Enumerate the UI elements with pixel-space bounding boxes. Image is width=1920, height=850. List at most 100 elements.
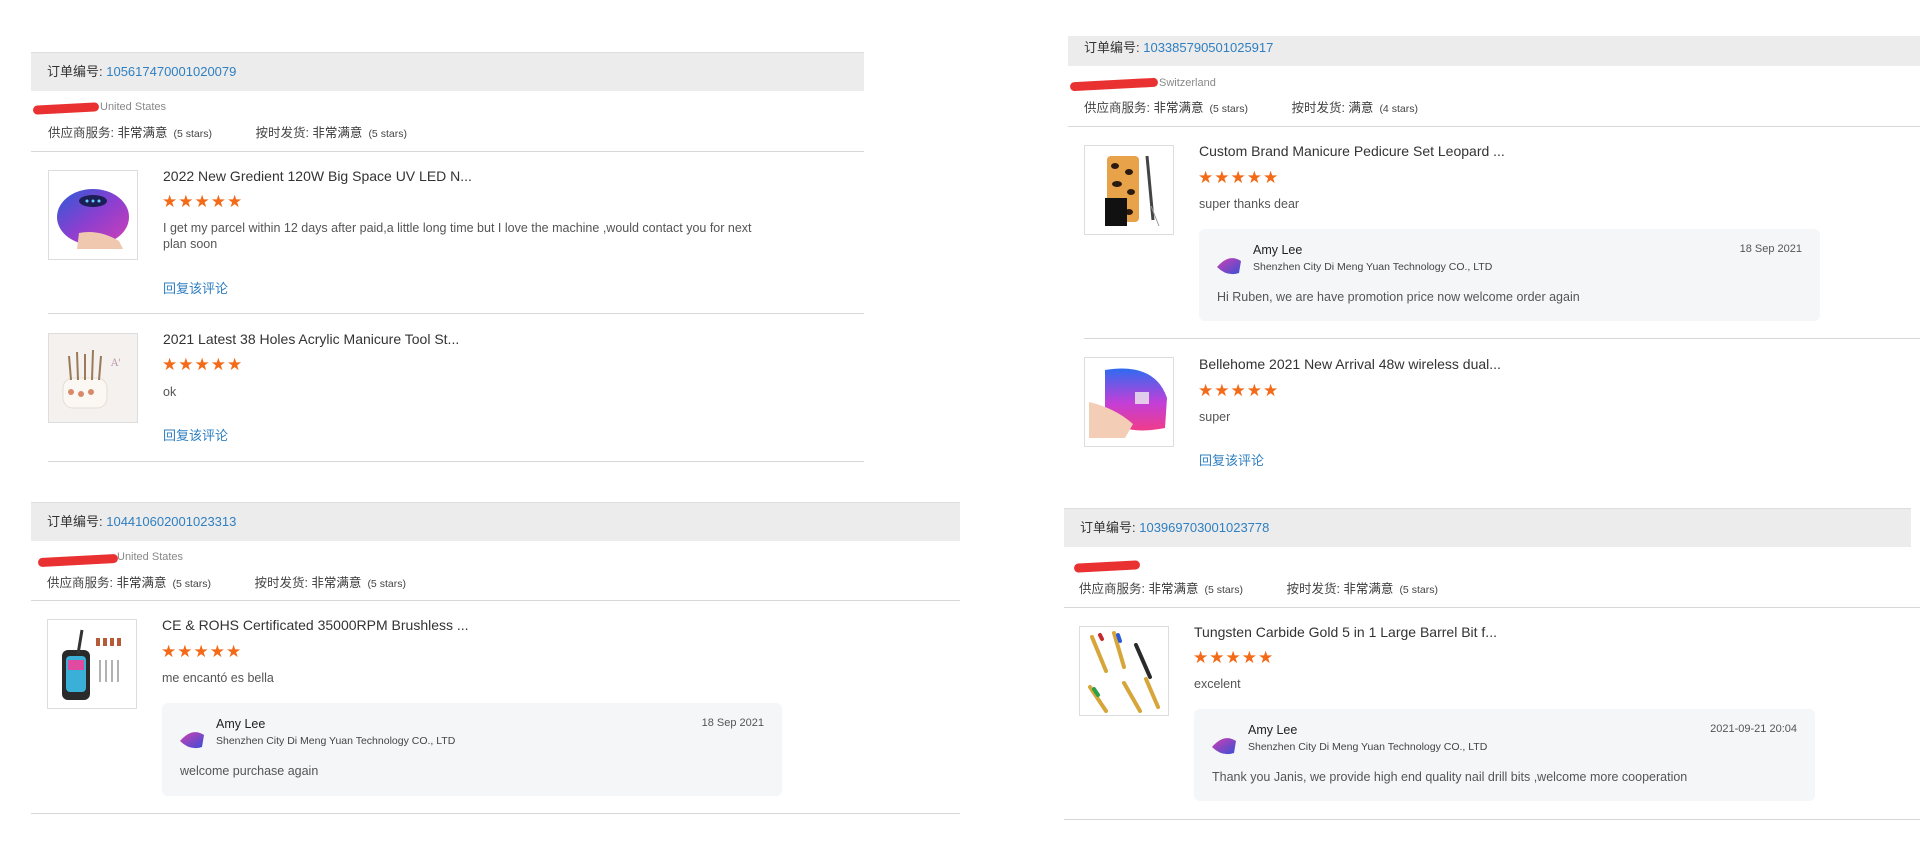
supplier-service-stars: (5 stars) <box>1204 584 1243 596</box>
on-time-stars: (4 stars) <box>1379 103 1418 115</box>
redacted-buyer-name <box>1069 77 1159 92</box>
review-comment: me encantó es bella <box>162 671 274 685</box>
supplier-service-stars: (5 stars) <box>172 578 211 590</box>
buyer-country: United States <box>100 101 167 113</box>
product-title[interactable]: 2021 Latest 38 Holes Acrylic Manicure To… <box>163 331 459 347</box>
reply-review-link[interactable]: 回复该评论 <box>163 425 228 444</box>
buyer-country: Switzerland <box>1159 77 1216 89</box>
supplier-service-label: 供应商服务: <box>1079 582 1149 596</box>
rating-stars: ★★★★★ <box>161 642 243 661</box>
product-image[interactable] <box>1084 145 1174 235</box>
reply-date: 18 Sep 2021 <box>701 717 764 729</box>
rating-stars: ★★★★★ <box>1193 648 1275 667</box>
order-number[interactable]: 103385790501025917 <box>1143 40 1273 55</box>
order-number-label: 订单编号: <box>1084 40 1144 55</box>
redacted-buyer-name <box>37 553 119 568</box>
seller-avatar <box>1217 258 1241 275</box>
supplier-service-label: 供应商服务: <box>1084 101 1154 115</box>
review-comment: ok <box>163 385 177 399</box>
on-time-label: 按时发货: <box>1291 101 1349 115</box>
divider <box>1084 338 1920 339</box>
on-time-value: 满意 <box>1348 101 1374 115</box>
divider <box>31 600 960 601</box>
rating-stars: ★★★★★ <box>1198 168 1280 187</box>
on-time-label: 按时发货: <box>255 126 313 140</box>
on-time-stars: (5 stars) <box>368 128 407 140</box>
svg-text:A': A' <box>110 358 121 369</box>
product-image[interactable] <box>48 170 138 260</box>
rating-stars: ★★★★★ <box>162 355 244 374</box>
review-comment: excelent <box>1194 677 1241 691</box>
product-image[interactable]: A' <box>48 333 138 423</box>
order-ratings: 供应商服务: 非常满意 (5 stars) 按时发货: 非常满意 (5 stars) <box>47 572 446 591</box>
divider <box>1064 819 1920 820</box>
rating-stars: ★★★★★ <box>162 192 244 211</box>
order-ratings: 供应商服务: 非常满意 (5 stars) 按时发货: 非常满意 (5 stars) <box>1079 578 1478 597</box>
seller-reply: Amy Lee Shenzhen City Di Meng Yuan Techn… <box>1194 709 1815 801</box>
order-number-label: 订单编号: <box>1080 520 1140 535</box>
order-header: 订单编号: 104410602001023313 <box>31 502 960 541</box>
product-title[interactable]: CE & ROHS Certificated 35000RPM Brushles… <box>162 617 469 633</box>
order-ratings: 供应商服务: 非常满意 (5 stars) 按时发货: 非常满意 (5 stars) <box>48 122 447 141</box>
divider <box>1064 607 1920 608</box>
review-comment: I get my parcel within 12 days after pai… <box>163 221 752 251</box>
order-number-label: 订单编号: <box>47 64 107 79</box>
reply-text: welcome purchase again <box>180 764 319 778</box>
seller-reply: Amy Lee Shenzhen City Di Meng Yuan Techn… <box>162 703 782 796</box>
seller-name: Amy Lee <box>1253 243 1303 257</box>
seller-avatar <box>180 732 204 749</box>
redacted-buyer-name <box>32 102 100 115</box>
review-comment: super thanks dear <box>1199 197 1300 211</box>
reply-text: Hi Ruben, we are have promotion price no… <box>1217 290 1580 304</box>
seller-name: Amy Lee <box>1248 723 1298 737</box>
order-number-label: 订单编号: <box>47 514 107 529</box>
product-title[interactable]: 2022 New Gredient 120W Big Space UV LED … <box>163 168 472 184</box>
redacted-buyer-name <box>1073 560 1141 573</box>
product-title[interactable]: Tungsten Carbide Gold 5 in 1 Large Barre… <box>1194 624 1497 640</box>
order-number[interactable]: 104410602001023313 <box>106 514 236 529</box>
order-number[interactable]: 103969703001023778 <box>1139 520 1269 535</box>
seller-company: Shenzhen City Di Meng Yuan Technology CO… <box>1253 261 1493 273</box>
supplier-service-label: 供应商服务: <box>48 126 118 140</box>
product-image[interactable] <box>47 619 137 709</box>
order-header: 订单编号: 103969703001023778 <box>1064 508 1911 547</box>
on-time-label: 按时发货: <box>1286 582 1344 596</box>
divider <box>1068 126 1920 127</box>
reply-review-link[interactable]: 回复该评论 <box>1199 450 1264 469</box>
supplier-service-stars: (5 stars) <box>173 128 212 140</box>
on-time-stars: (5 stars) <box>1399 584 1438 596</box>
on-time-stars: (5 stars) <box>367 578 406 590</box>
supplier-service-value: 非常满意 <box>117 126 168 140</box>
on-time-value: 非常满意 <box>312 126 363 140</box>
reply-text: Thank you Janis, we provide high end qua… <box>1212 770 1688 784</box>
rating-stars: ★★★★★ <box>1198 381 1280 400</box>
on-time-value: 非常满意 <box>1343 582 1394 596</box>
reply-date: 2021-09-21 20:04 <box>1710 723 1797 735</box>
order-ratings: 供应商服务: 非常满意 (5 stars) 按时发货: 满意 (4 stars) <box>1084 97 1458 116</box>
divider <box>48 461 864 462</box>
seller-reply: Amy Lee Shenzhen City Di Meng Yuan Techn… <box>1199 229 1820 321</box>
on-time-label: 按时发货: <box>254 576 312 590</box>
supplier-service-label: 供应商服务: <box>47 576 117 590</box>
supplier-service-stars: (5 stars) <box>1209 103 1248 115</box>
order-header: 订单编号: 103385790501025917 <box>1068 36 1920 66</box>
product-title[interactable]: Bellehome 2021 New Arrival 48w wireless … <box>1199 356 1501 372</box>
seller-name: Amy Lee <box>216 717 266 731</box>
seller-company: Shenzhen City Di Meng Yuan Technology CO… <box>1248 741 1488 753</box>
seller-avatar <box>1212 738 1236 755</box>
divider <box>31 151 864 152</box>
product-image[interactable] <box>1084 357 1174 447</box>
product-image[interactable] <box>1079 626 1169 716</box>
supplier-service-value: 非常满意 <box>116 576 167 590</box>
divider <box>31 813 960 814</box>
reply-review-link[interactable]: 回复该评论 <box>163 278 228 297</box>
product-title[interactable]: Custom Brand Manicure Pedicure Set Leopa… <box>1199 143 1505 159</box>
order-header: 订单编号: 105617470001020079 <box>31 52 864 91</box>
buyer-country: United States <box>117 551 184 563</box>
on-time-value: 非常满意 <box>311 576 362 590</box>
divider <box>48 313 864 314</box>
review-comment: super <box>1199 410 1231 424</box>
supplier-service-value: 非常满意 <box>1153 101 1204 115</box>
order-number[interactable]: 105617470001020079 <box>106 64 236 79</box>
reply-date: 18 Sep 2021 <box>1739 243 1802 255</box>
